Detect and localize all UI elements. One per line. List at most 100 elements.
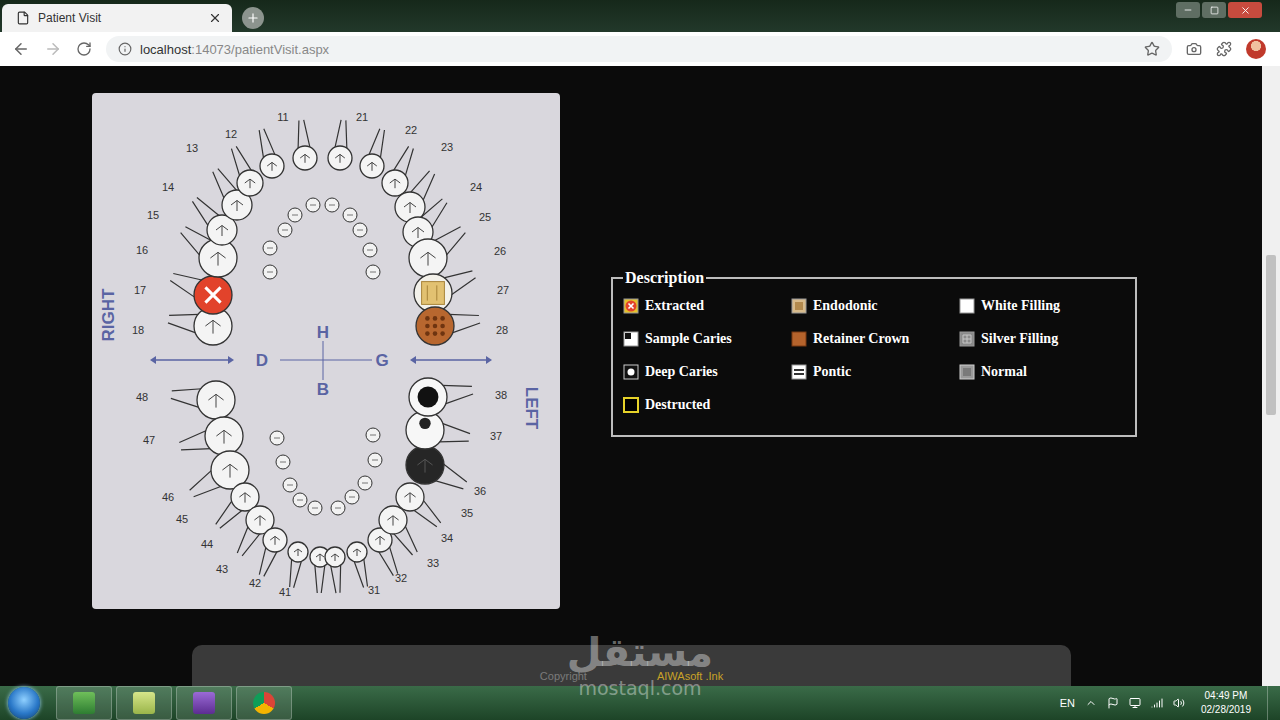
signal-icon[interactable] bbox=[1151, 697, 1163, 709]
primary-tooth[interactable] bbox=[293, 493, 307, 507]
reload-icon[interactable] bbox=[76, 41, 92, 57]
taskbar-app[interactable] bbox=[56, 686, 112, 720]
volume-icon[interactable] bbox=[1173, 697, 1185, 709]
primary-tooth[interactable] bbox=[263, 265, 277, 279]
tooth[interactable]: 42 bbox=[249, 542, 308, 589]
close-window-button[interactable] bbox=[1228, 2, 1262, 18]
chevron-icon[interactable] bbox=[1085, 697, 1097, 709]
taskbar: EN 04:49 PM02/28/2019 bbox=[0, 686, 1280, 720]
primary-tooth[interactable] bbox=[288, 208, 302, 222]
tooth[interactable]: 34 bbox=[379, 506, 453, 555]
primary-tooth[interactable] bbox=[306, 198, 320, 212]
maximize-button[interactable] bbox=[1202, 2, 1226, 18]
tooth[interactable]: 23 bbox=[382, 141, 453, 196]
primary-tooth[interactable] bbox=[283, 478, 297, 492]
tooth-number: 41 bbox=[279, 586, 291, 598]
language-indicator[interactable]: EN bbox=[1060, 697, 1075, 709]
primary-tooth[interactable] bbox=[308, 501, 322, 515]
extension-icon[interactable] bbox=[1216, 41, 1232, 57]
tooth[interactable]: 13 bbox=[186, 142, 263, 196]
primary-tooth[interactable] bbox=[343, 208, 357, 222]
primary-tooth[interactable] bbox=[366, 428, 380, 442]
minimize-button[interactable] bbox=[1176, 2, 1200, 18]
normal-tooth-icon bbox=[347, 542, 367, 562]
legend-title: Description bbox=[623, 269, 706, 287]
tooth-number: 47 bbox=[143, 434, 155, 446]
tooth[interactable]: 26 bbox=[409, 227, 506, 277]
tooth-number: 15 bbox=[147, 209, 159, 221]
tooth-number: 24 bbox=[470, 181, 482, 193]
show-desktop-button[interactable] bbox=[1267, 686, 1280, 720]
primary-tooth[interactable] bbox=[270, 431, 284, 445]
tab-label: Patient Visit bbox=[38, 11, 200, 25]
forward-icon[interactable] bbox=[44, 40, 62, 58]
tooth-number: 34 bbox=[441, 532, 453, 544]
primary-tooth[interactable] bbox=[368, 453, 382, 467]
tooth[interactable]: 35 bbox=[396, 483, 473, 527]
primary-tooth[interactable] bbox=[363, 243, 377, 257]
tooth[interactable]: 11 bbox=[277, 111, 317, 170]
camera-icon[interactable] bbox=[1186, 41, 1202, 57]
primary-tooth[interactable] bbox=[263, 241, 277, 255]
arrow-icon bbox=[150, 356, 492, 364]
monitor-icon[interactable] bbox=[1129, 697, 1141, 709]
primary-tooth[interactable] bbox=[366, 265, 380, 279]
clock[interactable]: 04:49 PM02/28/2019 bbox=[1195, 689, 1257, 717]
tooth[interactable]: 17 bbox=[134, 274, 232, 314]
window-controls bbox=[1176, 2, 1262, 18]
primary-tooth[interactable] bbox=[325, 198, 339, 212]
tooth[interactable]: 25 bbox=[403, 199, 491, 247]
back-icon[interactable] bbox=[12, 40, 30, 58]
star-icon[interactable] bbox=[1144, 41, 1160, 57]
tooth[interactable]: 28 bbox=[416, 307, 508, 345]
tooth[interactable]: 43 bbox=[216, 528, 287, 576]
tooth-number: 31 bbox=[368, 584, 380, 596]
primary-tooth[interactable] bbox=[331, 501, 345, 515]
primary-tooth[interactable] bbox=[276, 455, 290, 469]
info-icon[interactable] bbox=[118, 42, 132, 56]
tooth[interactable]: 48 bbox=[136, 381, 235, 419]
tooth[interactable]: 36 bbox=[406, 446, 486, 497]
close-icon[interactable] bbox=[208, 11, 222, 25]
tooth[interactable]: 22 bbox=[360, 124, 417, 178]
tooth[interactable]: 47 bbox=[143, 417, 243, 455]
flag-icon[interactable] bbox=[1107, 697, 1119, 709]
close-icon bbox=[1240, 5, 1251, 16]
side-label: RIGHT bbox=[99, 288, 118, 342]
normal-tooth-icon bbox=[293, 146, 317, 170]
legend-item: Normal bbox=[959, 355, 1127, 388]
scroll-thumb[interactable] bbox=[1266, 255, 1276, 415]
scrollbar[interactable] bbox=[1262, 66, 1280, 686]
primary-tooth[interactable] bbox=[353, 223, 367, 237]
tooth-number: 26 bbox=[494, 245, 506, 257]
tooth[interactable]: 37 bbox=[406, 411, 502, 449]
tooth[interactable]: 27 bbox=[414, 271, 509, 312]
taskbar-app[interactable] bbox=[176, 686, 232, 720]
copyright: Copyright bbox=[540, 670, 587, 682]
retainer-crown-icon bbox=[791, 331, 807, 347]
silver-filling-icon bbox=[406, 446, 444, 484]
primary-tooth[interactable] bbox=[345, 490, 359, 504]
tooth[interactable]: 41 bbox=[279, 547, 330, 598]
deep-caries-icon bbox=[623, 364, 639, 380]
pontic-icon bbox=[791, 364, 807, 380]
white-filling-icon bbox=[959, 298, 975, 314]
tooth[interactable]: 44 bbox=[201, 506, 274, 556]
tooth[interactable]: 12 bbox=[225, 128, 284, 178]
profile-avatar[interactable] bbox=[1246, 39, 1266, 59]
browser-tab[interactable]: Patient Visit bbox=[2, 4, 232, 32]
page: 1817161514131211212223242526272848474645… bbox=[0, 66, 1280, 686]
tooth[interactable]: 33 bbox=[368, 528, 439, 576]
tooth-number: 14 bbox=[162, 181, 174, 193]
address-bar[interactable]: localhost:14073/patientVisit.aspx bbox=[106, 36, 1172, 62]
tooth[interactable]: 24 bbox=[395, 171, 482, 222]
tooth[interactable]: 38 bbox=[409, 378, 507, 416]
taskbar-app[interactable] bbox=[236, 686, 292, 720]
browser-toolbar: localhost:14073/patientVisit.aspx bbox=[0, 32, 1280, 66]
primary-tooth[interactable] bbox=[278, 223, 292, 237]
taskbar-app[interactable] bbox=[116, 686, 172, 720]
start-button[interactable] bbox=[8, 687, 40, 719]
primary-tooth[interactable] bbox=[358, 476, 372, 490]
new-tab-button[interactable] bbox=[242, 7, 264, 29]
normal-tooth-icon bbox=[263, 528, 287, 552]
